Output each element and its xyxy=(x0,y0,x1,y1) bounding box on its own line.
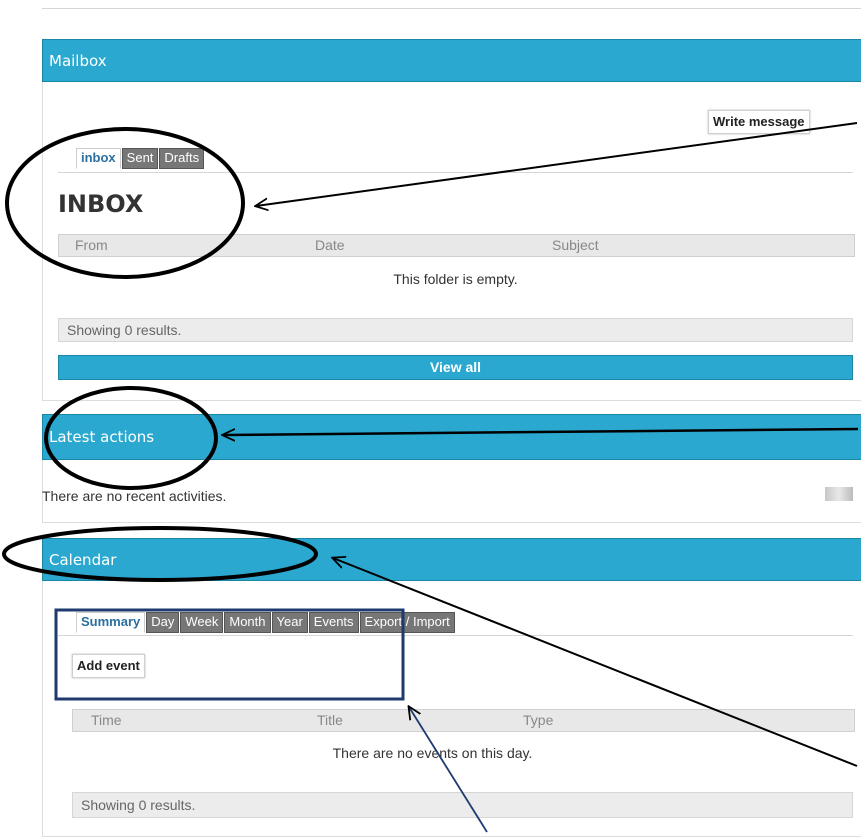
mailbox-header: Mailbox xyxy=(42,39,861,82)
tab-export-import[interactable]: Export / Import xyxy=(359,612,455,633)
tab-month[interactable]: Month xyxy=(224,612,271,633)
add-event-button[interactable]: Add event xyxy=(72,654,145,678)
tab-events[interactable]: Events xyxy=(308,612,359,633)
latest-actions-title: Latest actions xyxy=(49,428,155,446)
mailbox-title: Mailbox xyxy=(49,51,107,70)
calendar-table-header: Time Title Type xyxy=(72,709,855,732)
mailbox-table-header: From Date Subject xyxy=(58,234,855,257)
top-divider xyxy=(42,8,861,9)
latest-actions-header: Latest actions xyxy=(42,414,861,460)
column-time[interactable]: Time xyxy=(91,712,122,728)
calendar-results-count: Showing 0 results. xyxy=(72,792,853,818)
calendar-tab-rule xyxy=(58,635,853,636)
column-title[interactable]: Title xyxy=(317,712,343,728)
column-date[interactable]: Date xyxy=(315,237,345,253)
tab-week[interactable]: Week xyxy=(180,612,224,633)
tab-summary[interactable]: Summary xyxy=(76,612,146,633)
view-all-button[interactable]: View all xyxy=(58,355,853,380)
mailbox-tabs: inbox Sent Drafts xyxy=(76,148,205,169)
tab-day[interactable]: Day xyxy=(146,612,180,633)
calendar-tabs: Summary Day Week Month Year Events Expor… xyxy=(76,612,456,633)
tab-drafts[interactable]: Drafts xyxy=(159,148,205,169)
latest-actions-empty-message: There are no recent activities. xyxy=(42,488,227,504)
column-from[interactable]: From xyxy=(75,237,108,253)
calendar-header: Calendar xyxy=(42,538,861,581)
column-subject[interactable]: Subject xyxy=(552,237,599,253)
folder-title: INBOX xyxy=(58,190,144,218)
column-type[interactable]: Type xyxy=(523,712,553,728)
scroll-indicator[interactable] xyxy=(825,487,853,501)
mailbox-panel xyxy=(42,39,861,401)
calendar-empty-message: There are no events on this day. xyxy=(332,745,533,761)
tab-sent[interactable]: Sent xyxy=(121,148,159,169)
write-message-button[interactable]: Write message xyxy=(708,110,810,134)
mailbox-empty-message: This folder is empty. xyxy=(393,271,518,287)
mailbox-tab-rule xyxy=(58,172,853,173)
tab-year[interactable]: Year xyxy=(271,612,308,633)
calendar-title: Calendar xyxy=(49,550,117,569)
tab-inbox[interactable]: inbox xyxy=(76,148,121,169)
mailbox-results-count: Showing 0 results. xyxy=(58,318,853,342)
